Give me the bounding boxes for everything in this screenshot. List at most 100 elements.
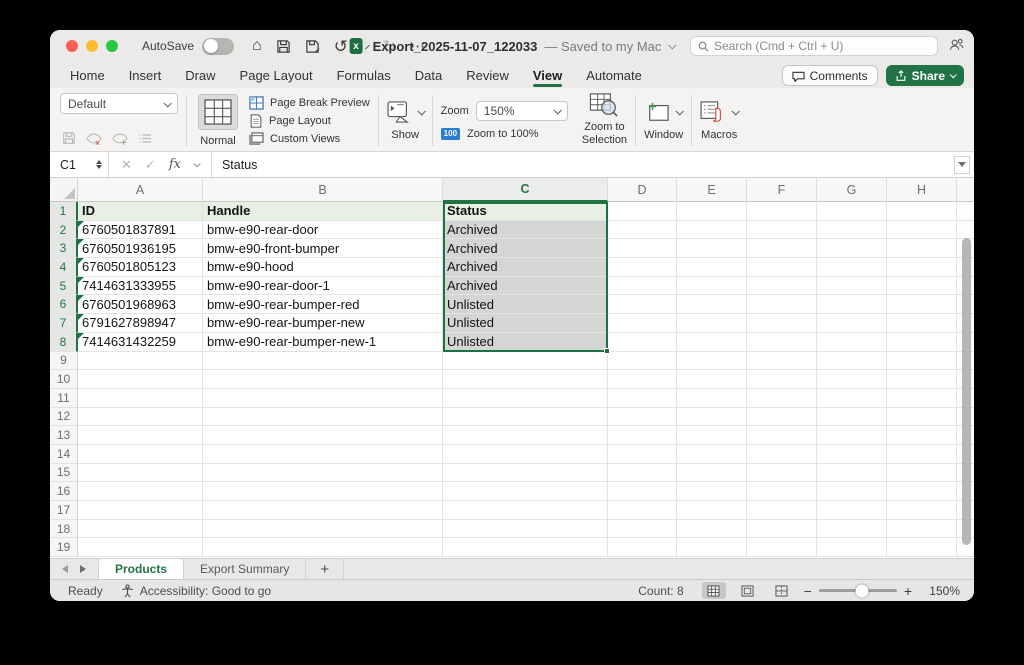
cell-F2[interactable]	[747, 221, 817, 240]
cell-D15[interactable]	[608, 464, 677, 483]
row-header-13[interactable]: 13	[50, 426, 78, 445]
column-header-d[interactable]: D	[608, 178, 677, 202]
cell-A10[interactable]	[78, 370, 203, 389]
cell-F12[interactable]	[747, 408, 817, 427]
cell-B2[interactable]: bmw-e90-rear-door	[203, 221, 443, 240]
column-header-b[interactable]: B	[203, 178, 443, 202]
cell-C12[interactable]	[443, 408, 608, 427]
cell-E8[interactable]	[677, 333, 747, 352]
row-header-7[interactable]: 7	[50, 314, 78, 333]
cell-G16[interactable]	[817, 482, 887, 501]
cell-C18[interactable]	[443, 520, 608, 539]
cell-H17[interactable]	[887, 501, 957, 520]
status-normal-view-button[interactable]	[702, 582, 726, 599]
cell-A13[interactable]	[78, 426, 203, 445]
cell-E19[interactable]	[677, 538, 747, 557]
cell-A2[interactable]: 6760501837891	[78, 221, 203, 240]
cell-F6[interactable]	[747, 295, 817, 314]
cell-G19[interactable]	[817, 538, 887, 557]
cell-G2[interactable]	[817, 221, 887, 240]
cell-B3[interactable]: bmw-e90-front-bumper	[203, 239, 443, 258]
cell-A3[interactable]: 6760501936195	[78, 239, 203, 258]
cell-D6[interactable]	[608, 295, 677, 314]
cell-F16[interactable]	[747, 482, 817, 501]
cell-C9[interactable]	[443, 352, 608, 371]
cell-D7[interactable]	[608, 314, 677, 333]
row-header-16[interactable]: 16	[50, 482, 78, 501]
save-icon[interactable]	[276, 39, 291, 54]
next-sheet-icon[interactable]	[80, 565, 86, 573]
cell-E3[interactable]	[677, 239, 747, 258]
cell-D10[interactable]	[608, 370, 677, 389]
cell-G5[interactable]	[817, 277, 887, 296]
status-page-layout-button[interactable]	[736, 582, 760, 599]
cell-B14[interactable]	[203, 445, 443, 464]
cell-G3[interactable]	[817, 239, 887, 258]
row-header-6[interactable]: 6	[50, 295, 78, 314]
cell-G10[interactable]	[817, 370, 887, 389]
tab-automate[interactable]: Automate	[586, 62, 642, 88]
cell-H6[interactable]	[887, 295, 957, 314]
cell-A15[interactable]	[78, 464, 203, 483]
cell-E10[interactable]	[677, 370, 747, 389]
share-people-icon[interactable]	[949, 38, 964, 56]
cell-D13[interactable]	[608, 426, 677, 445]
cell-F5[interactable]	[747, 277, 817, 296]
cell-H4[interactable]	[887, 258, 957, 277]
cell-A14[interactable]	[78, 445, 203, 464]
row-header-12[interactable]: 12	[50, 408, 78, 427]
cell-H12[interactable]	[887, 408, 957, 427]
cell-H19[interactable]	[887, 538, 957, 557]
cell-H15[interactable]	[887, 464, 957, 483]
cell-H3[interactable]	[887, 239, 957, 258]
expand-formula-bar-button[interactable]	[954, 156, 970, 174]
cell-G1[interactable]	[817, 202, 887, 221]
cell-D1[interactable]	[608, 202, 677, 221]
cell-B7[interactable]: bmw-e90-rear-bumper-new	[203, 314, 443, 333]
cell-H13[interactable]	[887, 426, 957, 445]
sheet-tab-products[interactable]: Products	[98, 559, 184, 579]
cell-D8[interactable]	[608, 333, 677, 352]
cell-D3[interactable]	[608, 239, 677, 258]
column-header-a[interactable]: A	[78, 178, 203, 202]
title-chevron-icon[interactable]	[668, 41, 676, 49]
cell-C7[interactable]: Unlisted	[443, 314, 608, 333]
window-group[interactable]: Window	[644, 93, 683, 148]
cell-G14[interactable]	[817, 445, 887, 464]
cell-F7[interactable]	[747, 314, 817, 333]
status-page-break-button[interactable]	[770, 582, 794, 599]
cell-D4[interactable]	[608, 258, 677, 277]
cell-A5[interactable]: 7414631333955	[78, 277, 203, 296]
zoom-out-icon[interactable]: −	[804, 583, 812, 599]
tab-review[interactable]: Review	[466, 62, 509, 88]
formula-bar-value[interactable]: Status	[212, 158, 257, 172]
close-window-button[interactable]	[66, 40, 78, 52]
cell-C1[interactable]: Status	[443, 202, 608, 221]
cell-F17[interactable]	[747, 501, 817, 520]
cell-H7[interactable]	[887, 314, 957, 333]
zoom-window-button[interactable]	[106, 40, 118, 52]
cell-E12[interactable]	[677, 408, 747, 427]
cell-D16[interactable]	[608, 482, 677, 501]
zoom-100-button[interactable]: 100 Zoom to 100%	[441, 128, 568, 140]
name-box-stepper[interactable]	[96, 160, 102, 169]
cell-C11[interactable]	[443, 389, 608, 408]
normal-view-button[interactable]: Normal	[195, 93, 241, 148]
cell-H5[interactable]	[887, 277, 957, 296]
cell-G6[interactable]	[817, 295, 887, 314]
cell-G8[interactable]	[817, 333, 887, 352]
cell-G9[interactable]	[817, 352, 887, 371]
cell-E4[interactable]	[677, 258, 747, 277]
cell-E5[interactable]	[677, 277, 747, 296]
page-break-preview-button[interactable]: Page Break Preview	[249, 96, 370, 110]
cell-H8[interactable]	[887, 333, 957, 352]
cell-H14[interactable]	[887, 445, 957, 464]
cell-E11[interactable]	[677, 389, 747, 408]
vertical-scrollbar[interactable]	[962, 238, 971, 545]
cell-F10[interactable]	[747, 370, 817, 389]
cell-D5[interactable]	[608, 277, 677, 296]
row-header-17[interactable]: 17	[50, 501, 78, 520]
cell-H9[interactable]	[887, 352, 957, 371]
cell-F8[interactable]	[747, 333, 817, 352]
cell-C19[interactable]	[443, 538, 608, 557]
